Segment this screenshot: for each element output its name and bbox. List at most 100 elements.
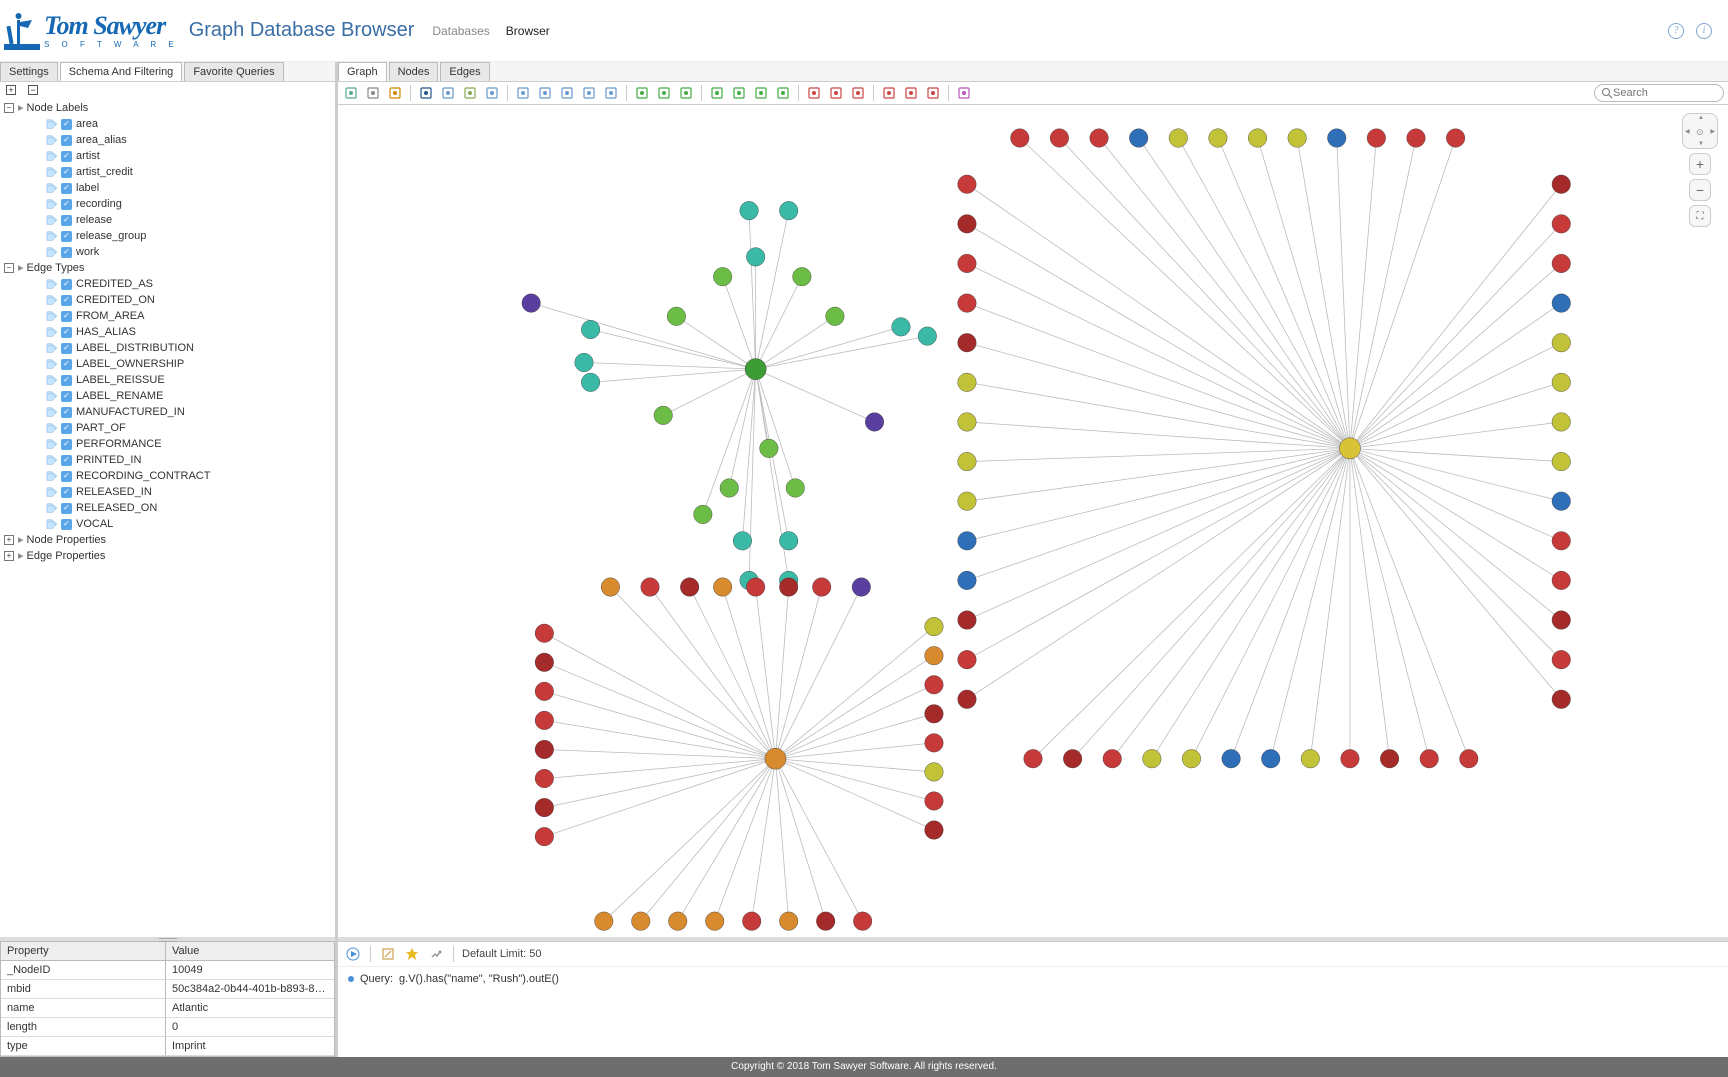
cursor-icon[interactable] (417, 84, 435, 102)
redo-icon[interactable] (677, 84, 695, 102)
property-row[interactable]: _NodeID10049 (1, 961, 334, 980)
print-icon[interactable] (364, 84, 382, 102)
graph-canvas[interactable]: ▲▼ ◀▶ ⊙ + − ⛶ (338, 105, 1728, 937)
graph-node[interactable] (1143, 749, 1161, 767)
tree-edge-types[interactable]: −▸Edge Types (4, 260, 331, 276)
graph-node[interactable] (958, 333, 976, 351)
graph-node[interactable] (925, 646, 943, 664)
graph-node[interactable] (535, 624, 553, 642)
graph-node[interactable] (705, 912, 723, 930)
graph-node[interactable] (1552, 690, 1570, 708)
property-row[interactable]: nameAtlantic (1, 999, 334, 1018)
graph-node[interactable] (958, 492, 976, 510)
graph-node[interactable] (1063, 749, 1081, 767)
checkbox-icon[interactable]: ✓ (61, 343, 72, 354)
property-row[interactable]: mbid50c384a2-0b44-401b-b893-81811733... (1, 980, 334, 999)
nav-browser[interactable]: Browser (506, 24, 550, 38)
graph-node[interactable] (669, 912, 687, 930)
graph-node[interactable] (925, 676, 943, 694)
help-icon[interactable]: ? (1668, 23, 1684, 39)
graph-node[interactable] (958, 215, 976, 233)
checkbox-icon[interactable]: ✓ (61, 423, 72, 434)
zoom-out-button[interactable]: − (1689, 179, 1711, 201)
graph-node[interactable] (1090, 129, 1108, 147)
graph-node[interactable] (742, 912, 760, 930)
tree-item-RECORDING_CONTRACT[interactable]: ✓RECORDING_CONTRACT (4, 468, 331, 484)
graph-node[interactable] (1380, 749, 1398, 767)
graph-node[interactable] (713, 267, 731, 285)
graph-node[interactable] (1367, 129, 1385, 147)
graph-node[interactable] (958, 611, 976, 629)
checkbox-icon[interactable]: ✓ (61, 231, 72, 242)
tree-item-release_group[interactable]: ✓release_group (4, 228, 331, 244)
palette-icon[interactable] (955, 84, 973, 102)
graph-node[interactable] (694, 505, 712, 523)
cluster2-icon[interactable] (827, 84, 845, 102)
checkbox-icon[interactable]: ✓ (61, 359, 72, 370)
graph-node[interactable] (746, 248, 764, 266)
tree-item-MANUFACTURED_IN[interactable]: ✓MANUFACTURED_IN (4, 404, 331, 420)
graph-node[interactable] (1339, 438, 1360, 459)
graph-node[interactable] (760, 439, 778, 457)
clipboard-icon[interactable] (386, 84, 404, 102)
graph-node[interactable] (601, 578, 619, 596)
graph-node[interactable] (1301, 749, 1319, 767)
tree-item-artist[interactable]: ✓artist (4, 148, 331, 164)
graph-node[interactable] (1209, 129, 1227, 147)
checkbox-icon[interactable]: ✓ (61, 439, 72, 450)
stop-icon[interactable] (924, 84, 942, 102)
query-settings-button[interactable] (427, 945, 445, 963)
clear-icon[interactable] (902, 84, 920, 102)
tree-toggle-icon[interactable]: − (4, 263, 14, 273)
graph-node[interactable] (535, 827, 553, 845)
tree-toggle-icon[interactable]: + (4, 535, 14, 545)
favorite-query-button[interactable] (403, 945, 421, 963)
graph-node[interactable] (865, 413, 883, 431)
graph-node[interactable] (1011, 129, 1029, 147)
graph-node[interactable] (581, 373, 599, 391)
tree-item-HAS_ALIAS[interactable]: ✓HAS_ALIAS (4, 324, 331, 340)
tree-item-area[interactable]: ✓area (4, 116, 331, 132)
tree-item-release[interactable]: ✓release (4, 212, 331, 228)
graph-node[interactable] (925, 792, 943, 810)
tree-item-FROM_AREA[interactable]: ✓FROM_AREA (4, 308, 331, 324)
tree-item-LABEL_DISTRIBUTION[interactable]: ✓LABEL_DISTRIBUTION (4, 340, 331, 356)
graph-node[interactable] (793, 267, 811, 285)
checkbox-icon[interactable]: ✓ (61, 471, 72, 482)
graph-node[interactable] (765, 748, 786, 769)
graph-node[interactable] (522, 294, 540, 312)
checkbox-icon[interactable]: ✓ (61, 311, 72, 322)
graph-node[interactable] (958, 294, 976, 312)
graph-node[interactable] (853, 912, 871, 930)
graph-node[interactable] (535, 653, 553, 671)
graph-node[interactable] (1446, 129, 1464, 147)
graph-node[interactable] (925, 821, 943, 839)
graph-node[interactable] (779, 532, 797, 550)
crosshair-icon[interactable] (483, 84, 501, 102)
delete-icon[interactable] (880, 84, 898, 102)
graph-node[interactable] (958, 650, 976, 668)
checkbox-icon[interactable]: ✓ (61, 391, 72, 402)
tab-favorite-queries[interactable]: Favorite Queries (184, 62, 283, 81)
graph-node[interactable] (958, 690, 976, 708)
tree-item-area_alias[interactable]: ✓area_alias (4, 132, 331, 148)
graph-node[interactable] (1552, 452, 1570, 470)
checkbox-icon[interactable]: ✓ (61, 167, 72, 178)
graph-node[interactable] (746, 578, 764, 596)
checkbox-icon[interactable]: ✓ (61, 327, 72, 338)
checkbox-icon[interactable]: ✓ (61, 135, 72, 146)
graph-node[interactable] (958, 413, 976, 431)
graph-node[interactable] (958, 373, 976, 391)
graph-node[interactable] (535, 798, 553, 816)
tree-item-LABEL_RENAME[interactable]: ✓LABEL_RENAME (4, 388, 331, 404)
graph-node[interactable] (779, 201, 797, 219)
graph-node[interactable] (1129, 129, 1147, 147)
tree-item-artist_credit[interactable]: ✓artist_credit (4, 164, 331, 180)
graph-node[interactable] (581, 320, 599, 338)
cluster1-icon[interactable] (805, 84, 823, 102)
graph-node[interactable] (958, 532, 976, 550)
graph-node[interactable] (1248, 129, 1266, 147)
graph-node[interactable] (1552, 492, 1570, 510)
graph-node[interactable] (1169, 129, 1187, 147)
graph-node[interactable] (1552, 333, 1570, 351)
